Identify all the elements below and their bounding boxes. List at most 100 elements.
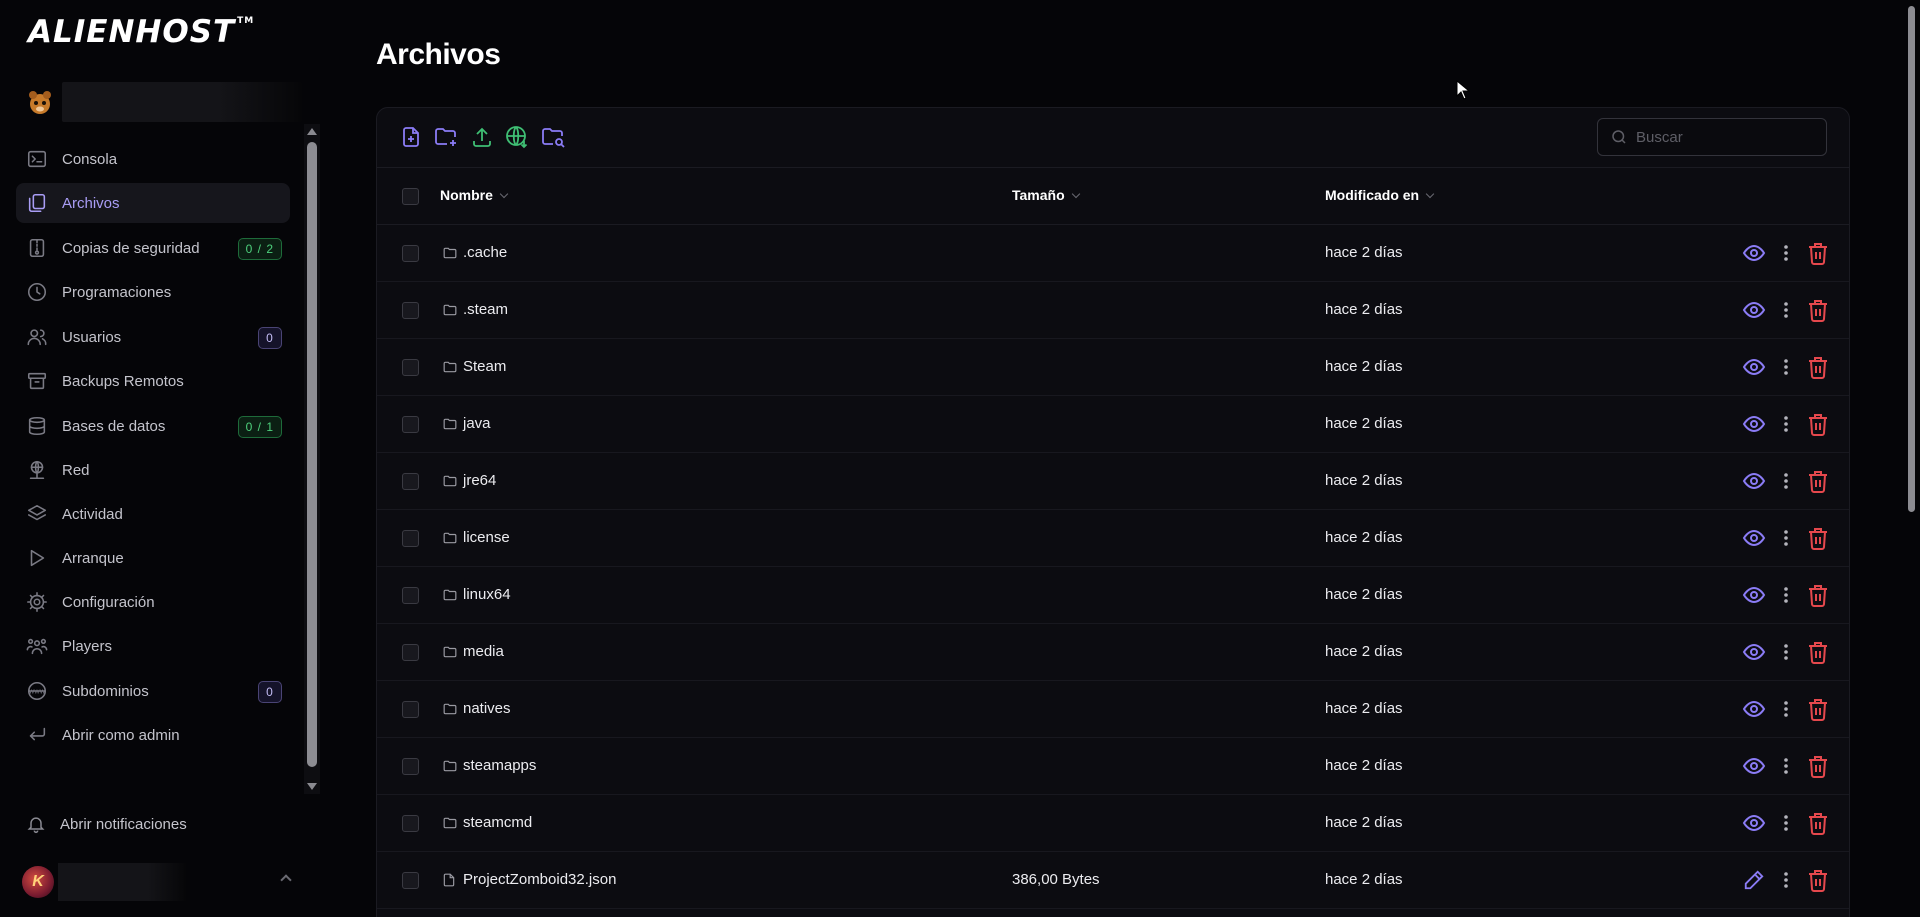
select-all-checkbox[interactable] bbox=[402, 188, 419, 205]
table-row[interactable]: ProjectZomboid32.json 386,00 Bytes hace 2 … bbox=[377, 852, 1849, 909]
table-row[interactable]: jre64 hace 2 días bbox=[377, 453, 1849, 510]
table-row[interactable]: linux64 hace 2 días bbox=[377, 567, 1849, 624]
new-file-button[interactable] bbox=[397, 123, 425, 151]
file-name-link[interactable]: jre64 bbox=[443, 472, 496, 489]
delete-button[interactable] bbox=[1805, 297, 1831, 323]
sidebar-item-archivos[interactable]: Archivos bbox=[16, 183, 290, 223]
sidebar-item-bases-de-datos[interactable]: Bases de datos 0 / 1 bbox=[16, 406, 290, 446]
view-button[interactable] bbox=[1741, 639, 1767, 665]
row-checkbox[interactable] bbox=[402, 302, 419, 319]
more-options-button[interactable] bbox=[1773, 240, 1799, 266]
table-row[interactable]: .cache hace 2 días bbox=[377, 225, 1849, 282]
file-name-link[interactable]: .cache bbox=[443, 244, 507, 261]
row-checkbox[interactable] bbox=[402, 644, 419, 661]
delete-button[interactable] bbox=[1805, 753, 1831, 779]
file-name-link[interactable]: linux64 bbox=[443, 586, 511, 603]
more-options-button[interactable] bbox=[1773, 810, 1799, 836]
scroll-down-arrow-icon[interactable] bbox=[307, 783, 317, 790]
search-input[interactable] bbox=[1636, 128, 1816, 146]
delete-button[interactable] bbox=[1805, 354, 1831, 380]
sidebar-item-subdominios[interactable]: WWW Subdominios 0 bbox=[16, 671, 290, 711]
row-checkbox[interactable] bbox=[402, 245, 419, 262]
file-name-link[interactable]: steamapps bbox=[443, 757, 536, 774]
view-button[interactable] bbox=[1741, 696, 1767, 722]
file-name-link[interactable]: steamcmd bbox=[443, 814, 532, 831]
file-name-link[interactable]: java bbox=[443, 415, 491, 432]
more-options-button[interactable] bbox=[1773, 297, 1799, 323]
sidebar-item-programaciones[interactable]: Programaciones bbox=[16, 272, 290, 312]
more-options-button[interactable] bbox=[1773, 468, 1799, 494]
upload-button[interactable] bbox=[468, 123, 496, 151]
more-options-button[interactable] bbox=[1773, 639, 1799, 665]
brand-logo[interactable]: ALIENHOST TM bbox=[28, 14, 254, 50]
server-selector[interactable] bbox=[22, 82, 302, 122]
file-name-link[interactable]: .steam bbox=[443, 301, 508, 318]
open-notifications-button[interactable]: Abrir notificaciones bbox=[26, 812, 187, 836]
view-button[interactable] bbox=[1741, 240, 1767, 266]
more-options-button[interactable] bbox=[1773, 525, 1799, 551]
more-options-button[interactable] bbox=[1773, 582, 1799, 608]
table-row[interactable]: .steam hace 2 días bbox=[377, 282, 1849, 339]
row-checkbox[interactable] bbox=[402, 872, 419, 889]
view-button[interactable] bbox=[1741, 297, 1767, 323]
view-button[interactable] bbox=[1741, 468, 1767, 494]
table-row[interactable]: Steam hace 2 días bbox=[377, 339, 1849, 396]
more-options-button[interactable] bbox=[1773, 411, 1799, 437]
page-scroll-thumb[interactable] bbox=[1908, 6, 1915, 512]
file-name-link[interactable]: license bbox=[443, 529, 510, 546]
delete-button[interactable] bbox=[1805, 696, 1831, 722]
page-scrollbar[interactable] bbox=[1903, 0, 1920, 917]
table-row[interactable]: java hace 2 días bbox=[377, 396, 1849, 453]
more-options-button[interactable] bbox=[1773, 753, 1799, 779]
sidebar-item-actividad[interactable]: Actividad bbox=[16, 494, 290, 534]
sidebar-item-configuracion[interactable]: Configuración bbox=[16, 582, 290, 622]
table-row[interactable]: media hace 2 días bbox=[377, 624, 1849, 681]
row-checkbox[interactable] bbox=[402, 758, 419, 775]
row-checkbox[interactable] bbox=[402, 815, 419, 832]
table-row[interactable]: steamapps hace 2 días bbox=[377, 738, 1849, 795]
sidebar-item-players[interactable]: Players bbox=[16, 626, 290, 666]
sidebar-item-backups-remotos[interactable]: Backups Remotos bbox=[16, 361, 290, 401]
file-name-link[interactable]: Steam bbox=[443, 358, 506, 375]
view-button[interactable] bbox=[1741, 810, 1767, 836]
table-row[interactable]: steamcmd hace 2 días bbox=[377, 795, 1849, 852]
delete-button[interactable] bbox=[1805, 468, 1831, 494]
view-button[interactable] bbox=[1741, 582, 1767, 608]
row-checkbox[interactable] bbox=[402, 587, 419, 604]
file-name-link[interactable]: ProjectZomboid32.json bbox=[443, 871, 616, 888]
row-checkbox[interactable] bbox=[402, 359, 419, 376]
sidebar-item-usuarios[interactable]: Usuarios 0 bbox=[16, 317, 290, 357]
delete-button[interactable] bbox=[1805, 867, 1831, 893]
scroll-up-arrow-icon[interactable] bbox=[307, 128, 317, 135]
more-options-button[interactable] bbox=[1773, 867, 1799, 893]
view-button[interactable] bbox=[1741, 411, 1767, 437]
sidebar-item-copias-de-seguridad[interactable]: Copias de seguridad 0 / 2 bbox=[16, 228, 290, 268]
row-checkbox[interactable] bbox=[402, 530, 419, 547]
sidebar-item-arranque[interactable]: Arranque bbox=[16, 538, 290, 578]
sidebar-scrollbar[interactable] bbox=[304, 124, 320, 794]
more-options-button[interactable] bbox=[1773, 354, 1799, 380]
user-menu[interactable]: K bbox=[22, 862, 294, 902]
column-size-header[interactable]: Tamaño bbox=[1012, 187, 1080, 203]
new-folder-button[interactable] bbox=[432, 123, 460, 151]
sidebar-item-consola[interactable]: Consola bbox=[16, 139, 290, 179]
column-name-header[interactable]: Nombre bbox=[440, 187, 509, 203]
delete-button[interactable] bbox=[1805, 525, 1831, 551]
delete-button[interactable] bbox=[1805, 639, 1831, 665]
more-options-button[interactable] bbox=[1773, 696, 1799, 722]
delete-button[interactable] bbox=[1805, 411, 1831, 437]
row-checkbox[interactable] bbox=[402, 473, 419, 490]
search-folder-button[interactable] bbox=[539, 123, 567, 151]
view-button[interactable] bbox=[1741, 525, 1767, 551]
file-name-link[interactable]: natives bbox=[443, 700, 511, 717]
row-checkbox[interactable] bbox=[402, 701, 419, 718]
view-button[interactable] bbox=[1741, 354, 1767, 380]
column-modified-header[interactable]: Modificado en bbox=[1325, 187, 1435, 203]
row-checkbox[interactable] bbox=[402, 416, 419, 433]
file-name-link[interactable]: media bbox=[443, 643, 504, 660]
sidebar-item-abrir-como-admin[interactable]: Abrir como admin bbox=[16, 715, 290, 755]
pull-remote-button[interactable] bbox=[503, 123, 531, 151]
delete-button[interactable] bbox=[1805, 240, 1831, 266]
delete-button[interactable] bbox=[1805, 810, 1831, 836]
view-button[interactable] bbox=[1741, 753, 1767, 779]
